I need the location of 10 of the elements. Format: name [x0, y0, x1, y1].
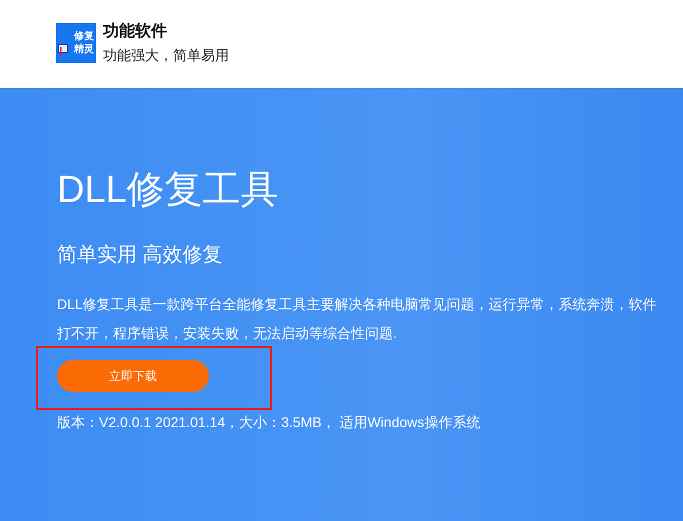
app-title: 功能软件 — [103, 22, 168, 42]
hero-heading: DLL修复工具 — [57, 168, 280, 213]
logo-text: 修复 — [74, 30, 94, 43]
app-tagline: 功能强大，简单易用 — [103, 46, 229, 64]
hero-description: DLL修复工具是一款跨平台全能修复工具主要解决各种电脑常见问题，运行异常，系统奔溃，软件打不开，程序错误，安装失败，无法启动等综合性问题. — [57, 295, 657, 343]
hero-subtitle: 简单实用 高效修复 — [57, 243, 224, 268]
version-info: 版本：V2.0.0.1 2021.01.14，大小：3.5MB， 适用Windows操作系统 — [57, 413, 482, 431]
logo-text: 精灵 — [74, 43, 94, 56]
download-button[interactable]: 立即下载 — [57, 360, 209, 392]
window-icon — [58, 44, 68, 56]
